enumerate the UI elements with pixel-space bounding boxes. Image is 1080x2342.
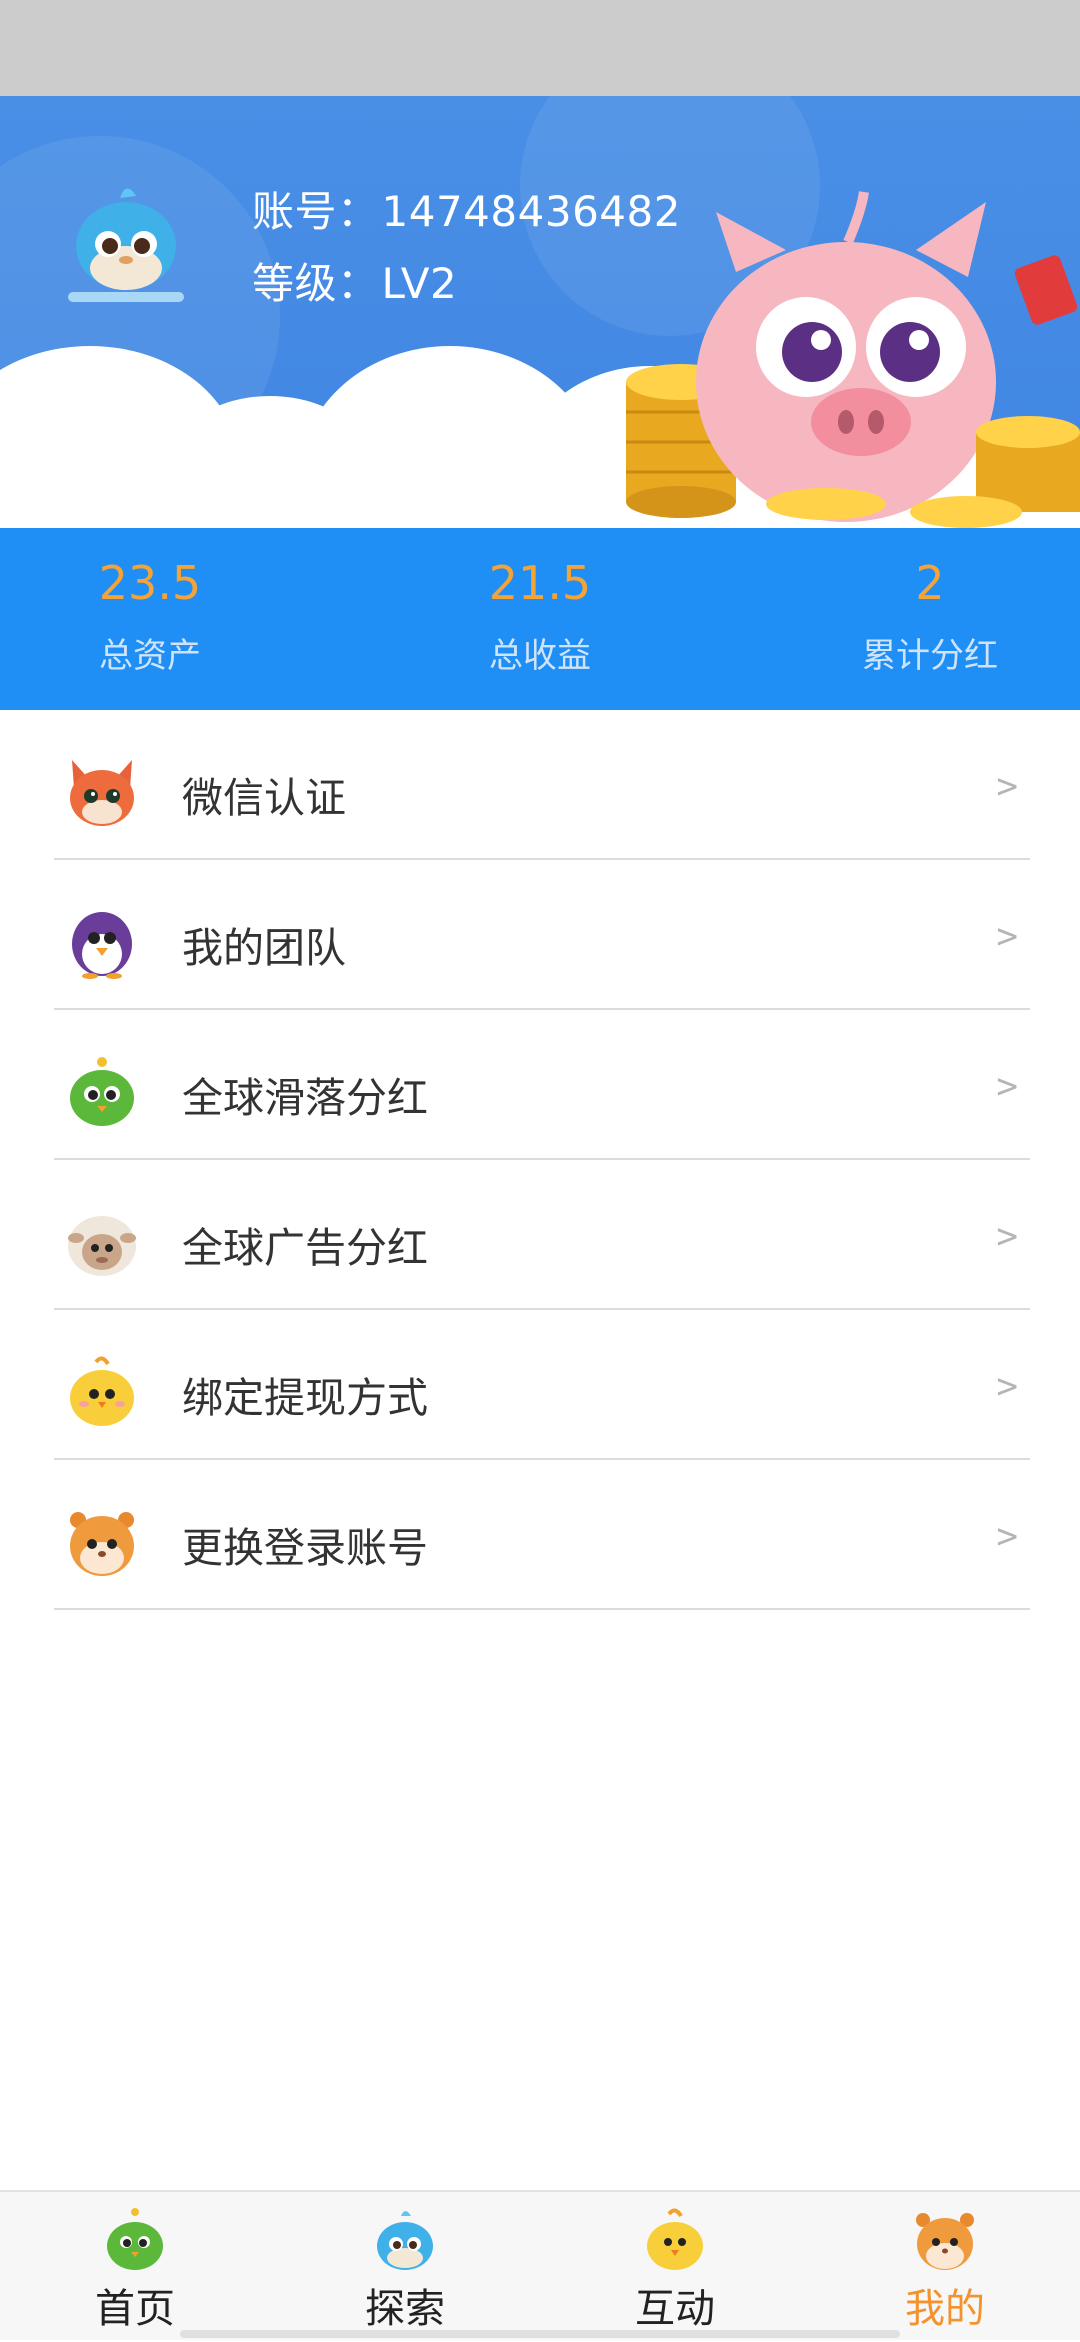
menu-item-label: 更换登录账号: [182, 1524, 428, 1572]
tab-label: 我的: [905, 2286, 985, 2332]
chevron-right-icon: >: [996, 1516, 1018, 1557]
menu-item-label: 全球广告分红: [182, 1224, 428, 1272]
menu-item-bind-withdrawal[interactable]: 绑定提现方式 >: [54, 1310, 1030, 1460]
account-label: 账号：: [252, 187, 380, 236]
stats-bar: 23.5 总资产 21.5 总收益 2 累计分红: [0, 528, 1080, 710]
stat-total-earnings[interactable]: 21.5 总收益: [390, 528, 690, 710]
tab-home[interactable]: 首页: [35, 2192, 235, 2342]
menu-item-my-team[interactable]: 我的团队 >: [54, 860, 1030, 1010]
chick-icon: [70, 1356, 134, 1426]
green-bird-icon: [70, 1057, 134, 1126]
stat-label: 总资产: [99, 636, 201, 676]
tab-label: 互动: [635, 2286, 715, 2332]
pig-coins-illustration: [626, 191, 1080, 528]
menu-item-wechat-verify[interactable]: 微信认证 >: [54, 710, 1030, 860]
menu-item-global-ad-dividend[interactable]: 全球广告分红 >: [54, 1160, 1030, 1310]
tab-mine[interactable]: 我的: [845, 2192, 1045, 2342]
stat-value: 21.5: [488, 556, 592, 610]
menu-item-global-slide-dividend[interactable]: 全球滑落分红 >: [54, 1010, 1030, 1160]
profile-header: 账号：14748436482 等级：LV2: [0, 96, 1080, 528]
menu-item-switch-account[interactable]: 更换登录账号 >: [54, 1460, 1030, 1610]
chick-icon: [647, 2208, 703, 2270]
blue-bird-avatar-icon: [68, 188, 184, 302]
penguin-icon: [72, 912, 132, 979]
chevron-right-icon: >: [996, 766, 1018, 807]
stat-label: 总收益: [489, 636, 591, 676]
chevron-right-icon: >: [996, 1366, 1018, 1407]
menu-item-label: 全球滑落分红: [182, 1074, 428, 1122]
chevron-right-icon: >: [996, 916, 1018, 957]
tab-label: 首页: [95, 2286, 175, 2332]
menu-item-label: 我的团队: [182, 924, 346, 972]
bottom-tab-bar: 首页 探索 互动 我的: [0, 2190, 1080, 2340]
stat-value: 2: [915, 556, 945, 610]
menu-item-label: 微信认证: [182, 774, 346, 822]
sheep-icon: [68, 1216, 136, 1276]
stat-total-assets[interactable]: 23.5 总资产: [0, 528, 300, 710]
chevron-right-icon: >: [996, 1216, 1018, 1257]
chevron-right-icon: >: [996, 1066, 1018, 1107]
green-bird-icon: [107, 2208, 163, 2270]
hamster-icon: [70, 1512, 134, 1576]
avatar[interactable]: [66, 176, 186, 306]
tab-interact[interactable]: 互动: [575, 2192, 775, 2342]
account-level: 等级：LV2: [252, 250, 457, 311]
stat-cumulative-dividends[interactable]: 2 累计分红: [780, 528, 1080, 710]
home-indicator: [180, 2330, 900, 2338]
fox-icon: [70, 760, 134, 826]
stat-value: 23.5: [98, 556, 202, 610]
blue-bird-icon: [377, 2211, 433, 2270]
level-label: 等级：: [252, 259, 380, 308]
level-value: LV2: [381, 259, 458, 308]
status-bar: [0, 0, 1080, 96]
menu-item-label: 绑定提现方式: [182, 1374, 428, 1422]
stat-label: 累计分红: [862, 636, 998, 676]
tab-label: 探索: [365, 2286, 445, 2332]
tab-explore[interactable]: 探索: [305, 2192, 505, 2342]
hamster-icon: [916, 2213, 974, 2270]
